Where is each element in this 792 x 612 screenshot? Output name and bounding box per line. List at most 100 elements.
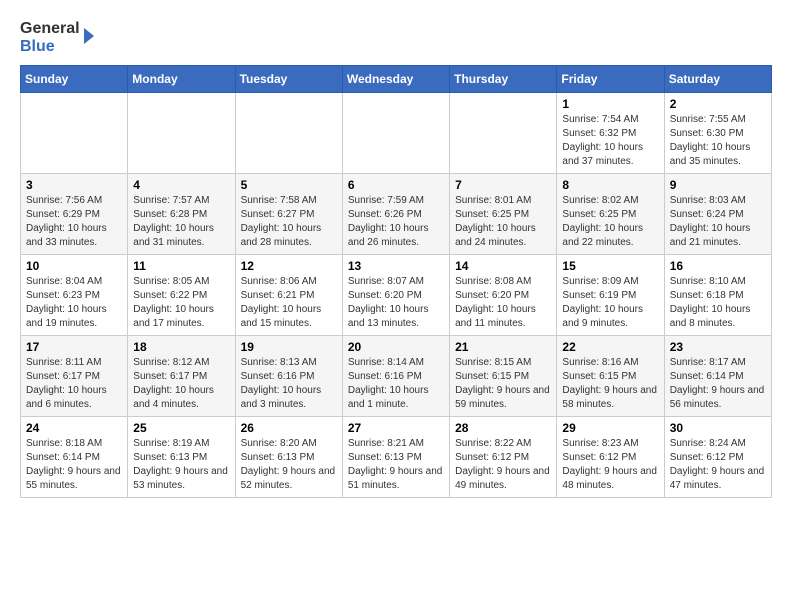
day-number: 16 <box>670 259 766 273</box>
logo-text: General Blue <box>20 20 80 55</box>
calendar-cell: 7Sunrise: 8:01 AM Sunset: 6:25 PM Daylig… <box>450 174 557 255</box>
day-info: Sunrise: 8:08 AM Sunset: 6:20 PM Dayligh… <box>455 275 551 331</box>
day-number: 1 <box>562 97 658 111</box>
day-number: 12 <box>241 259 337 273</box>
calendar-week-2: 3 Sunrise: 7:56 AM Sunset: 6:29 PM Daylig… <box>21 174 772 255</box>
day-info: Sunrise: 7:54 AM Sunset: 6:32 PM Dayligh… <box>562 113 658 169</box>
day-info: Sunrise: 7:59 AM Sunset: 6:26 PM Dayligh… <box>348 194 444 250</box>
day-info: Sunrise: 8:19 AM Sunset: 6:13 PM Dayligh… <box>133 437 229 493</box>
calendar-cell: 17 Sunrise: 8:11 AM Sunset: 6:17 PM Dayli… <box>21 336 128 417</box>
day-number: 23 <box>670 340 766 354</box>
day-info: Sunrise: 8:12 AM Sunset: 6:17 PM Dayligh… <box>133 356 229 412</box>
calendar-cell: 18 Sunrise: 8:12 AM Sunset: 6:17 PM Dayli… <box>128 336 235 417</box>
calendar-cell: 15Sunrise: 8:09 AM Sunset: 6:19 PM Dayli… <box>557 255 664 336</box>
calendar-cell: 10Sunrise: 8:04 AM Sunset: 6:23 PM Dayli… <box>21 255 128 336</box>
calendar-cell: 21 Sunrise: 8:15 AM Sunset: 6:15 PM Dayli… <box>450 336 557 417</box>
calendar-cell: 1 Sunrise: 7:54 AM Sunset: 6:32 PM Daylig… <box>557 93 664 174</box>
day-info: Sunrise: 7:55 AM Sunset: 6:30 PM Dayligh… <box>670 113 766 169</box>
day-info: Sunrise: 7:57 AM Sunset: 6:28 PM Dayligh… <box>133 194 229 250</box>
calendar-cell: 24 Sunrise: 8:18 AM Sunset: 6:14 PM Dayli… <box>21 417 128 498</box>
day-info: Sunrise: 8:03 AM Sunset: 6:24 PM Dayligh… <box>670 194 766 250</box>
calendar-cell: 12 Sunrise: 8:06 AM Sunset: 6:21 PM Dayli… <box>235 255 342 336</box>
day-number: 17 <box>26 340 122 354</box>
calendar-cell: 27Sunrise: 8:21 AM Sunset: 6:13 PM Dayli… <box>342 417 449 498</box>
calendar-cell: 5 Sunrise: 7:58 AM Sunset: 6:27 PM Daylig… <box>235 174 342 255</box>
calendar-cell: 23Sunrise: 8:17 AM Sunset: 6:14 PM Dayli… <box>664 336 771 417</box>
day-info: Sunrise: 8:01 AM Sunset: 6:25 PM Dayligh… <box>455 194 551 250</box>
calendar-cell: 3 Sunrise: 7:56 AM Sunset: 6:29 PM Daylig… <box>21 174 128 255</box>
calendar-cell: 16 Sunrise: 8:10 AM Sunset: 6:18 PM Dayli… <box>664 255 771 336</box>
day-number: 29 <box>562 421 658 435</box>
day-number: 30 <box>670 421 766 435</box>
calendar-table: SundayMondayTuesdayWednesdayThursdayFrid… <box>20 65 772 498</box>
day-number: 11 <box>133 259 229 273</box>
day-number: 3 <box>26 178 122 192</box>
calendar-cell: 30 Sunrise: 8:24 AM Sunset: 6:12 PM Dayli… <box>664 417 771 498</box>
day-info: Sunrise: 8:11 AM Sunset: 6:17 PM Dayligh… <box>26 356 122 412</box>
day-number: 8 <box>562 178 658 192</box>
calendar-cell: 6 Sunrise: 7:59 AM Sunset: 6:26 PM Daylig… <box>342 174 449 255</box>
calendar-cell: 4 Sunrise: 7:57 AM Sunset: 6:28 PM Daylig… <box>128 174 235 255</box>
calendar-cell: 29 Sunrise: 8:23 AM Sunset: 6:12 PM Dayli… <box>557 417 664 498</box>
calendar-cell: 11 Sunrise: 8:05 AM Sunset: 6:22 PM Dayli… <box>128 255 235 336</box>
day-number: 14 <box>455 259 551 273</box>
calendar-cell: 14 Sunrise: 8:08 AM Sunset: 6:20 PM Dayli… <box>450 255 557 336</box>
calendar-cell: 2 Sunrise: 7:55 AM Sunset: 6:30 PM Daylig… <box>664 93 771 174</box>
calendar-cell: 20 Sunrise: 8:14 AM Sunset: 6:16 PM Dayli… <box>342 336 449 417</box>
calendar-cell <box>235 93 342 174</box>
calendar-cell: 13Sunrise: 8:07 AM Sunset: 6:20 PM Dayli… <box>342 255 449 336</box>
day-header-monday: Monday <box>128 66 235 93</box>
day-info: Sunrise: 8:13 AM Sunset: 6:16 PM Dayligh… <box>241 356 337 412</box>
day-number: 6 <box>348 178 444 192</box>
calendar-header-row: SundayMondayTuesdayWednesdayThursdayFrid… <box>21 66 772 93</box>
calendar-cell <box>128 93 235 174</box>
day-number: 9 <box>670 178 766 192</box>
day-number: 13 <box>348 259 444 273</box>
day-info: Sunrise: 8:05 AM Sunset: 6:22 PM Dayligh… <box>133 275 229 331</box>
day-number: 15 <box>562 259 658 273</box>
day-info: Sunrise: 8:20 AM Sunset: 6:13 PM Dayligh… <box>241 437 337 493</box>
day-number: 28 <box>455 421 551 435</box>
calendar-cell: 8Sunrise: 8:02 AM Sunset: 6:25 PM Daylig… <box>557 174 664 255</box>
calendar-cell: 19Sunrise: 8:13 AM Sunset: 6:16 PM Dayli… <box>235 336 342 417</box>
day-info: Sunrise: 7:58 AM Sunset: 6:27 PM Dayligh… <box>241 194 337 250</box>
calendar-cell: 28 Sunrise: 8:22 AM Sunset: 6:12 PM Dayli… <box>450 417 557 498</box>
day-number: 4 <box>133 178 229 192</box>
calendar-cell <box>342 93 449 174</box>
calendar-week-5: 24 Sunrise: 8:18 AM Sunset: 6:14 PM Dayli… <box>21 417 772 498</box>
day-info: Sunrise: 8:10 AM Sunset: 6:18 PM Dayligh… <box>670 275 766 331</box>
day-number: 25 <box>133 421 229 435</box>
day-number: 18 <box>133 340 229 354</box>
calendar-cell: 9 Sunrise: 8:03 AM Sunset: 6:24 PM Daylig… <box>664 174 771 255</box>
day-info: Sunrise: 8:14 AM Sunset: 6:16 PM Dayligh… <box>348 356 444 412</box>
logo-arrow-icon <box>84 28 94 44</box>
day-number: 24 <box>26 421 122 435</box>
day-number: 26 <box>241 421 337 435</box>
day-info: Sunrise: 8:15 AM Sunset: 6:15 PM Dayligh… <box>455 356 551 412</box>
day-number: 2 <box>670 97 766 111</box>
logo-blue: Blue <box>20 38 80 56</box>
day-info: Sunrise: 8:24 AM Sunset: 6:12 PM Dayligh… <box>670 437 766 493</box>
day-number: 21 <box>455 340 551 354</box>
day-info: Sunrise: 8:21 AM Sunset: 6:13 PM Dayligh… <box>348 437 444 493</box>
day-header-saturday: Saturday <box>664 66 771 93</box>
logo-general: General <box>20 20 80 38</box>
calendar-week-3: 10Sunrise: 8:04 AM Sunset: 6:23 PM Dayli… <box>21 255 772 336</box>
day-number: 20 <box>348 340 444 354</box>
day-info: Sunrise: 8:16 AM Sunset: 6:15 PM Dayligh… <box>562 356 658 412</box>
calendar-cell: 26 Sunrise: 8:20 AM Sunset: 6:13 PM Dayli… <box>235 417 342 498</box>
day-info: Sunrise: 8:18 AM Sunset: 6:14 PM Dayligh… <box>26 437 122 493</box>
calendar-cell <box>21 93 128 174</box>
day-info: Sunrise: 7:56 AM Sunset: 6:29 PM Dayligh… <box>26 194 122 250</box>
calendar-cell: 22Sunrise: 8:16 AM Sunset: 6:15 PM Dayli… <box>557 336 664 417</box>
day-header-thursday: Thursday <box>450 66 557 93</box>
day-info: Sunrise: 8:23 AM Sunset: 6:12 PM Dayligh… <box>562 437 658 493</box>
day-info: Sunrise: 8:06 AM Sunset: 6:21 PM Dayligh… <box>241 275 337 331</box>
calendar-week-1: 1 Sunrise: 7:54 AM Sunset: 6:32 PM Daylig… <box>21 93 772 174</box>
day-info: Sunrise: 8:22 AM Sunset: 6:12 PM Dayligh… <box>455 437 551 493</box>
logo-wrapper: General Blue <box>20 20 94 55</box>
logo: General Blue <box>20 20 94 55</box>
day-header-sunday: Sunday <box>21 66 128 93</box>
day-number: 5 <box>241 178 337 192</box>
day-header-wednesday: Wednesday <box>342 66 449 93</box>
